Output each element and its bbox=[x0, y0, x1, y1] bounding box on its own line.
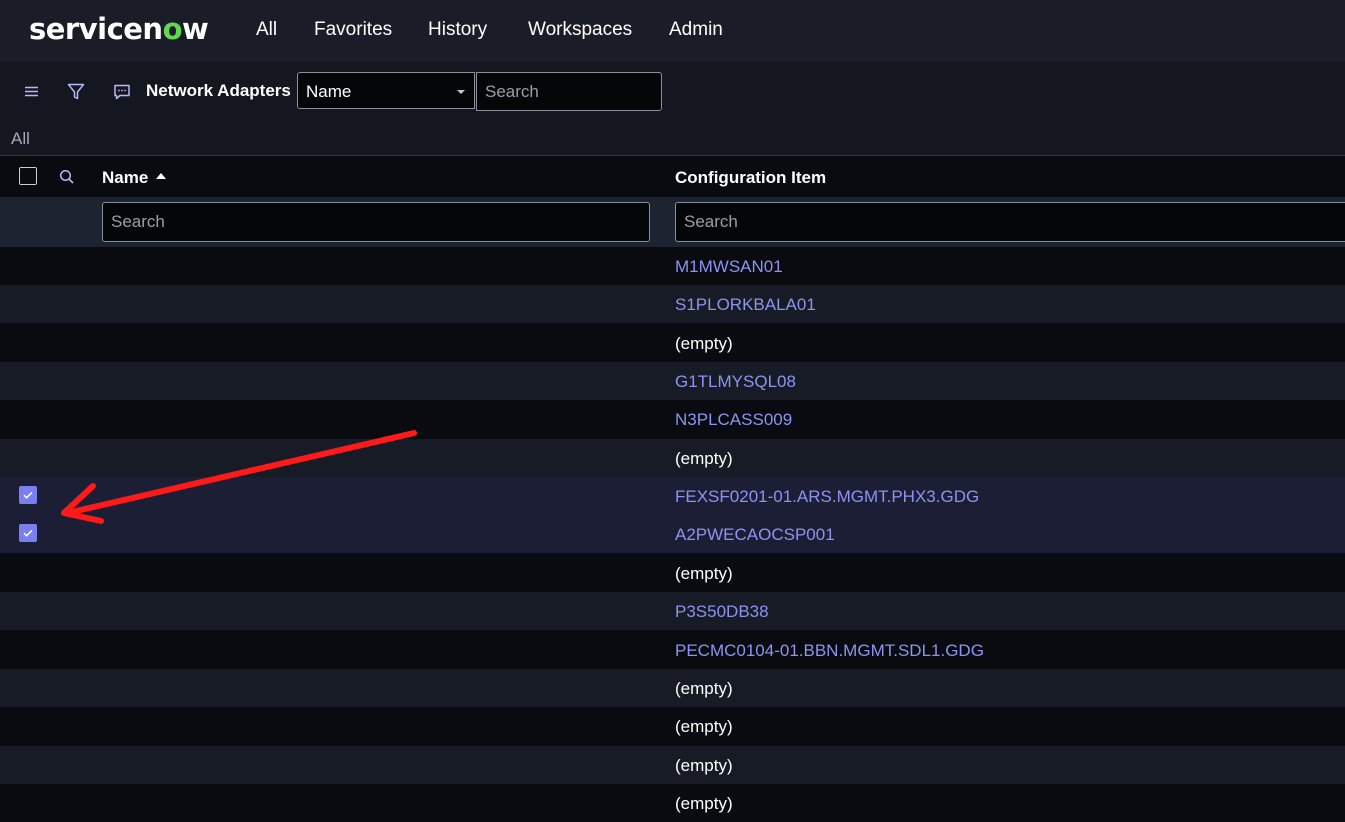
configuration-item-empty: (empty) bbox=[675, 678, 733, 698]
configuration-item-empty: (empty) bbox=[675, 793, 733, 813]
logo-text-start: servicen bbox=[29, 12, 163, 46]
row-checkbox[interactable] bbox=[19, 486, 37, 505]
configuration-item-link[interactable]: N3PLCASS009 bbox=[675, 410, 792, 430]
configuration-item-empty: (empty) bbox=[675, 717, 733, 737]
filter-icon[interactable] bbox=[66, 82, 86, 102]
configuration-item-empty: (empty) bbox=[675, 448, 733, 468]
table-row[interactable]: PECMC0104-01.BBN.MGMT.SDL1.GDG bbox=[0, 630, 1345, 669]
breadcrumb-all[interactable]: All bbox=[11, 129, 30, 149]
list-title: Network Adapters bbox=[146, 81, 291, 100]
table-row[interactable]: (empty) bbox=[0, 668, 1345, 707]
search-field-value: Name bbox=[306, 82, 352, 101]
column-header-configuration-item[interactable]: Configuration Item bbox=[675, 168, 826, 188]
configuration-item-empty: (empty) bbox=[675, 755, 733, 775]
comment-icon[interactable] bbox=[112, 82, 132, 102]
table-row[interactable]: S1PLORKBALA01 bbox=[0, 285, 1345, 324]
configuration-item-link[interactable]: M1MWSAN01 bbox=[675, 257, 783, 277]
logo-text-end: w bbox=[182, 12, 209, 46]
table-row[interactable]: (empty) bbox=[0, 553, 1345, 592]
servicenow-logo[interactable]: servicenow bbox=[29, 12, 209, 46]
configuration-item-link[interactable]: P3S50DB38 bbox=[675, 602, 769, 622]
table-row[interactable]: (empty) bbox=[0, 707, 1345, 746]
nav-item-all[interactable]: All bbox=[256, 19, 277, 41]
logo-text-o: o bbox=[162, 12, 183, 46]
column-header-name[interactable]: Name bbox=[102, 168, 148, 188]
checkmark-icon bbox=[23, 530, 33, 538]
column-search-toggle-icon[interactable] bbox=[58, 168, 76, 186]
list-search-input[interactable] bbox=[476, 72, 662, 111]
table-row[interactable]: P3S50DB38 bbox=[0, 592, 1345, 631]
table-row[interactable]: (empty) bbox=[0, 745, 1345, 784]
configuration-item-link[interactable]: PECMC0104-01.BBN.MGMT.SDL1.GDG bbox=[675, 641, 984, 661]
table-row[interactable]: M1MWSAN01 bbox=[0, 247, 1345, 285]
configuration-item-link[interactable]: FEXSF0201-01.ARS.MGMT.PHX3.GDG bbox=[675, 487, 979, 507]
nav-item-favorites[interactable]: Favorites bbox=[314, 19, 392, 41]
hamburger-menu-icon[interactable] bbox=[22, 82, 42, 102]
checkmark-icon bbox=[23, 491, 33, 499]
row-checkbox[interactable] bbox=[19, 524, 37, 543]
table-row[interactable]: (empty) bbox=[0, 438, 1345, 477]
nav-item-workspaces[interactable]: Workspaces bbox=[528, 19, 632, 41]
configuration-item-column-search-input[interactable] bbox=[675, 202, 1345, 242]
table-row[interactable]: FEXSF0201-01.ARS.MGMT.PHX3.GDG bbox=[0, 477, 1345, 516]
table-row[interactable]: N3PLCASS009 bbox=[0, 400, 1345, 439]
name-column-search-input[interactable] bbox=[102, 202, 650, 242]
configuration-item-link[interactable]: S1PLORKBALA01 bbox=[675, 295, 816, 315]
search-field-select[interactable]: Name bbox=[297, 72, 475, 109]
nav-item-history[interactable]: History bbox=[428, 19, 487, 41]
breadcrumb-bar bbox=[0, 120, 1345, 156]
sort-ascending-icon[interactable] bbox=[156, 173, 166, 179]
configuration-item-empty: (empty) bbox=[675, 563, 733, 583]
table-row[interactable]: (empty) bbox=[0, 323, 1345, 362]
table-row[interactable]: G1TLMYSQL08 bbox=[0, 362, 1345, 401]
top-navigation-bar: servicenow All Favorites History Workspa… bbox=[0, 0, 1345, 62]
table-header-row bbox=[0, 157, 1345, 197]
configuration-item-link[interactable]: G1TLMYSQL08 bbox=[675, 372, 796, 392]
configuration-item-link[interactable]: A2PWECAOCSP001 bbox=[675, 525, 835, 545]
table-row[interactable]: A2PWECAOCSP001 bbox=[0, 515, 1345, 554]
configuration-item-empty: (empty) bbox=[675, 333, 733, 353]
chevron-down-icon bbox=[457, 90, 465, 94]
nav-item-admin[interactable]: Admin bbox=[669, 19, 723, 41]
select-all-checkbox[interactable] bbox=[19, 167, 37, 185]
